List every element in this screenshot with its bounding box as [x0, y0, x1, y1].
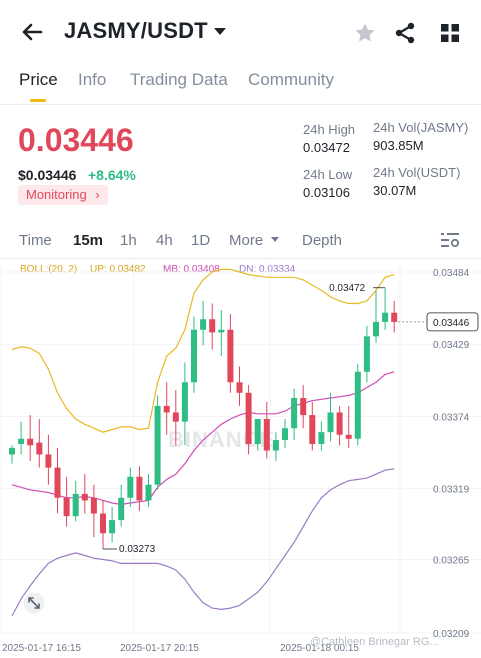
- timeframe-15m[interactable]: 15m: [73, 232, 103, 249]
- candle-body: [181, 382, 188, 422]
- last-price: 0.03446: [18, 122, 134, 158]
- candle-body: [227, 329, 234, 383]
- candle-body: [72, 493, 79, 517]
- candle-body: [81, 493, 88, 501]
- candle-body: [272, 440, 279, 451]
- low-marker-label: 0.03273: [119, 544, 156, 555]
- candlestick-chart[interactable]: 0.03484 0.03429 0.03374 0.03319 0.03265 0.032…: [0, 255, 481, 658]
- candle-body: [291, 398, 298, 429]
- tab-trading-data[interactable]: Trading Data: [130, 70, 228, 90]
- candle-body: [300, 398, 307, 416]
- price-usd: $0.03446: [18, 167, 77, 183]
- candle-body: [90, 497, 97, 514]
- timeframe-1h[interactable]: 1h: [120, 232, 137, 249]
- y-tick-label: 0.03319: [433, 485, 470, 496]
- high-24h-value: 0.03472: [303, 140, 350, 155]
- chevron-right-icon: ›: [95, 187, 100, 202]
- candle-body: [54, 467, 61, 498]
- tab-community[interactable]: Community: [248, 70, 334, 90]
- candle-body: [345, 434, 352, 439]
- vol-jasmy-label: 24h Vol(JASMY): [373, 120, 469, 135]
- candle-body: [154, 405, 161, 485]
- candle-body: [354, 371, 361, 439]
- candle-body: [382, 312, 389, 322]
- fullscreen-expand-icon[interactable]: [23, 592, 45, 614]
- tab-info[interactable]: Info: [78, 70, 106, 90]
- candle-body: [118, 497, 125, 521]
- candle-body: [45, 454, 52, 468]
- timeframe-more[interactable]: More: [229, 232, 263, 249]
- y-tick-label: 0.03374: [433, 412, 470, 423]
- candle-body: [100, 513, 106, 534]
- candle-body: [163, 405, 170, 413]
- candle-body: [136, 476, 143, 501]
- candle-body: [127, 476, 134, 498]
- chart-settings-icon[interactable]: [440, 231, 460, 249]
- high-marker-label: 0.03472: [329, 283, 366, 294]
- vol-usdt-label: 24h Vol(USDT): [373, 165, 461, 180]
- boll-upper-band-line: [11, 268, 395, 433]
- x-tick-label: 2025-01-17 20:15: [120, 643, 199, 654]
- candle-body: [172, 412, 179, 422]
- candle-body: [282, 428, 288, 441]
- tabs-divider: [0, 104, 481, 105]
- vol-jasmy-value: 903.85M: [373, 138, 424, 153]
- star-icon[interactable]: [353, 21, 377, 45]
- grid-icon[interactable]: [439, 22, 461, 44]
- monitoring-label: Monitoring: [26, 187, 87, 202]
- depth-tab[interactable]: Depth: [302, 232, 342, 249]
- candle-body: [236, 382, 243, 393]
- credit-text: @Cathleen Brinegar RG...: [310, 636, 439, 648]
- candle-body: [327, 412, 334, 433]
- candle-body: [373, 321, 379, 337]
- vol-usdt-value: 30.07M: [373, 183, 417, 198]
- y-tick-label: 0.03429: [433, 340, 470, 351]
- y-tick-label: 0.03265: [433, 555, 470, 566]
- candle-body: [245, 392, 252, 444]
- candle-body: [336, 412, 343, 435]
- candle-body: [218, 329, 225, 333]
- candle-body: [391, 312, 398, 322]
- high-24h-label: 24h High: [303, 122, 356, 137]
- share-icon[interactable]: [393, 21, 417, 45]
- candle-body: [27, 438, 34, 446]
- pair-dropdown-caret-icon[interactable]: [214, 28, 226, 35]
- current-price-label: 0.03446: [433, 318, 470, 329]
- candle-body: [18, 438, 25, 444]
- boll-mid-band-line: [11, 371, 395, 506]
- candle-body: [200, 319, 207, 330]
- candle-body: [309, 415, 316, 444]
- arrow-left-icon[interactable]: [20, 20, 44, 44]
- x-tick-label: 2025-01-17 16:15: [2, 643, 81, 654]
- candle-body: [36, 442, 43, 455]
- monitoring-button[interactable]: Monitoring ›: [18, 185, 108, 205]
- tab-price[interactable]: Price: [19, 70, 58, 90]
- candle-body: [363, 336, 370, 372]
- timeframe-time[interactable]: Time: [19, 232, 52, 249]
- timeframe-1d[interactable]: 1D: [191, 232, 210, 249]
- candle-body: [254, 419, 261, 444]
- trading-pair-title[interactable]: JASMY/USDT: [64, 18, 208, 44]
- price-change-percent: +8.64%: [88, 167, 136, 183]
- active-tab-indicator: [30, 99, 46, 102]
- candle-body: [191, 329, 197, 383]
- candle-body: [9, 447, 15, 455]
- boll-lower-band-line: [11, 468, 395, 617]
- candle-body: [63, 497, 70, 517]
- candle-body: [145, 484, 152, 501]
- low-24h-value: 0.03106: [303, 185, 350, 200]
- y-tick-label: 0.03484: [433, 268, 470, 279]
- candle-body: [109, 520, 116, 534]
- more-dropdown-caret-icon: [271, 237, 279, 242]
- candle-body: [263, 419, 270, 451]
- candle-body: [209, 319, 216, 333]
- candle-body: [318, 432, 325, 444]
- timeframe-4h[interactable]: 4h: [156, 232, 173, 249]
- low-24h-label: 24h Low: [303, 167, 353, 182]
